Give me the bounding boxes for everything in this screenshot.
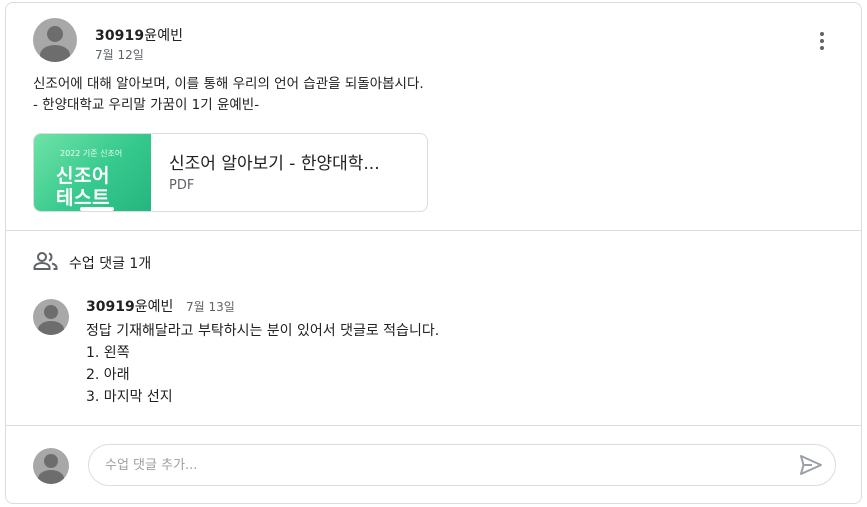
more-vert-icon-dot (820, 46, 824, 50)
avatar-head (44, 454, 58, 468)
stream-post-card: 30919윤예빈 7월 12일 신조어에 대해 알아보며, 이를 통해 우리의 … (5, 2, 862, 504)
comment-author-id: 30919 (86, 299, 135, 315)
attachment-card[interactable]: 2022 기준 신조어 신조어 테스트 신조어 알아보기 - 한양대학... P… (33, 133, 428, 212)
thumbnail-caption: 2022 기준 신조어 (60, 149, 123, 158)
more-options-button[interactable] (812, 29, 832, 53)
comment-body: 정답 기재해달라고 부탁하시는 분이 있어서 댓글로 적습니다. 1. 왼쪽 2… (86, 320, 439, 408)
avatar-body (40, 45, 70, 62)
divider (6, 425, 861, 426)
comment-author: 30919윤예빈 (86, 296, 173, 316)
comment-line: 1. 왼쪽 (86, 345, 130, 361)
class-comments-count[interactable]: 수업 댓글 1개 (69, 253, 151, 273)
avatar-head (47, 26, 63, 42)
thumbnail-title-line2: 테스트 (56, 187, 110, 209)
attachment-thumbnail: 2022 기준 신조어 신조어 테스트 (34, 134, 151, 211)
avatar-body (38, 321, 64, 335)
post-body-line: - 한양대학교 우리말 가꿈이 1기 윤예빈- (33, 97, 260, 113)
post-author-name: 윤예빈 (144, 28, 184, 44)
post-body-line: 신조어에 대해 알아보며, 이를 통해 우리의 언어 습관을 되돌아봅시다. (33, 76, 424, 92)
more-vert-icon (820, 32, 824, 36)
add-comment-box[interactable] (88, 444, 836, 486)
post-date: 7월 12일 (95, 48, 144, 62)
thumbnail-bar (80, 207, 114, 211)
comment-date: 7월 13일 (186, 300, 235, 314)
post-body: 신조어에 대해 알아보며, 이를 통해 우리의 언어 습관을 되돌아봅시다. -… (33, 74, 424, 116)
post-author-id: 30919 (95, 28, 145, 44)
more-vert-icon-dot (820, 39, 824, 43)
comment-line: 정답 기재해달라고 부탁하시는 분이 있어서 댓글로 적습니다. (86, 323, 440, 339)
avatar-body (38, 470, 64, 484)
send-icon[interactable] (799, 454, 823, 476)
comment-avatar[interactable] (33, 299, 69, 335)
add-comment-input[interactable] (105, 445, 785, 485)
comment-line: 3. 마지막 선지 (86, 389, 173, 405)
people-icon (33, 252, 58, 270)
avatar-head (44, 305, 58, 319)
avatar[interactable] (33, 18, 77, 62)
comment-author-name: 윤예빈 (134, 299, 174, 315)
attachment-title[interactable]: 신조어 알아보기 - 한양대학... (169, 149, 380, 174)
attachment-type: PDF (169, 178, 195, 193)
current-user-avatar (33, 448, 69, 484)
comment-line: 2. 아래 (86, 367, 130, 383)
divider (6, 230, 861, 231)
post-author: 30919윤예빈 (95, 25, 183, 45)
